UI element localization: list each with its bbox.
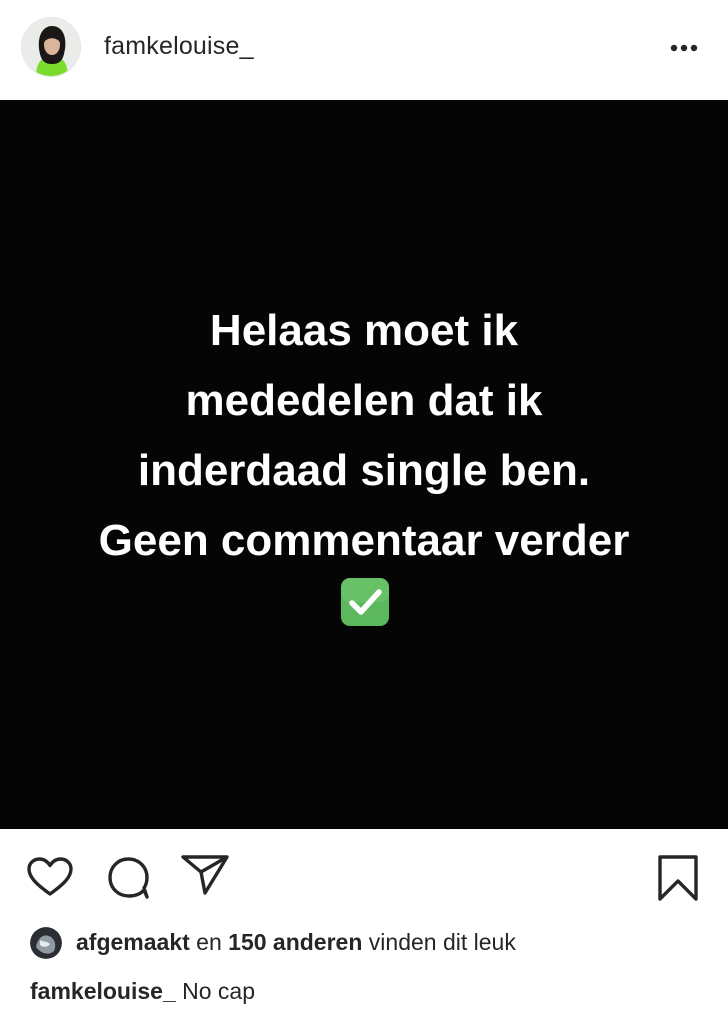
post-header: famkelouise_ [0,0,728,100]
post-image[interactable]: Helaas moet ik mededelen dat ik inderdaa… [0,100,728,829]
heart-icon[interactable] [26,856,74,898]
post-image-text: Helaas moet ik mededelen dat ik inderdaa… [0,296,728,576]
bookmark-icon[interactable] [656,853,700,903]
likes-text-suffix: vinden dit leuk [362,929,516,955]
send-icon[interactable] [179,853,231,897]
profile-avatar[interactable] [21,17,81,77]
caption-username[interactable]: famkelouise_ [30,978,176,1004]
more-options-icon[interactable] [662,34,706,62]
post-caption: famkelouise_ No cap [30,978,255,1005]
comment-icon[interactable] [104,854,152,902]
post-actions-bar [0,829,728,929]
post-text-line: Helaas moet ik [209,306,519,355]
post-text-line: inderdaad single ben. [137,446,591,495]
avatar-image [22,18,80,76]
check-mark-button-emoji [340,577,390,627]
likes-text: afgemaakt en 150 anderen vinden dit leuk [76,929,516,956]
liker-username[interactable]: afgemaakt [76,929,190,955]
likes-text-middle: en [189,929,229,955]
post-username[interactable]: famkelouise_ [104,32,254,61]
liker-avatar[interactable] [30,927,62,959]
caption-text: No cap [175,978,256,1004]
post-text-line: Geen commentaar verder [98,516,630,565]
likes-count[interactable]: 150 anderen [228,929,362,955]
post-text-line: mededelen dat ik [185,376,543,425]
